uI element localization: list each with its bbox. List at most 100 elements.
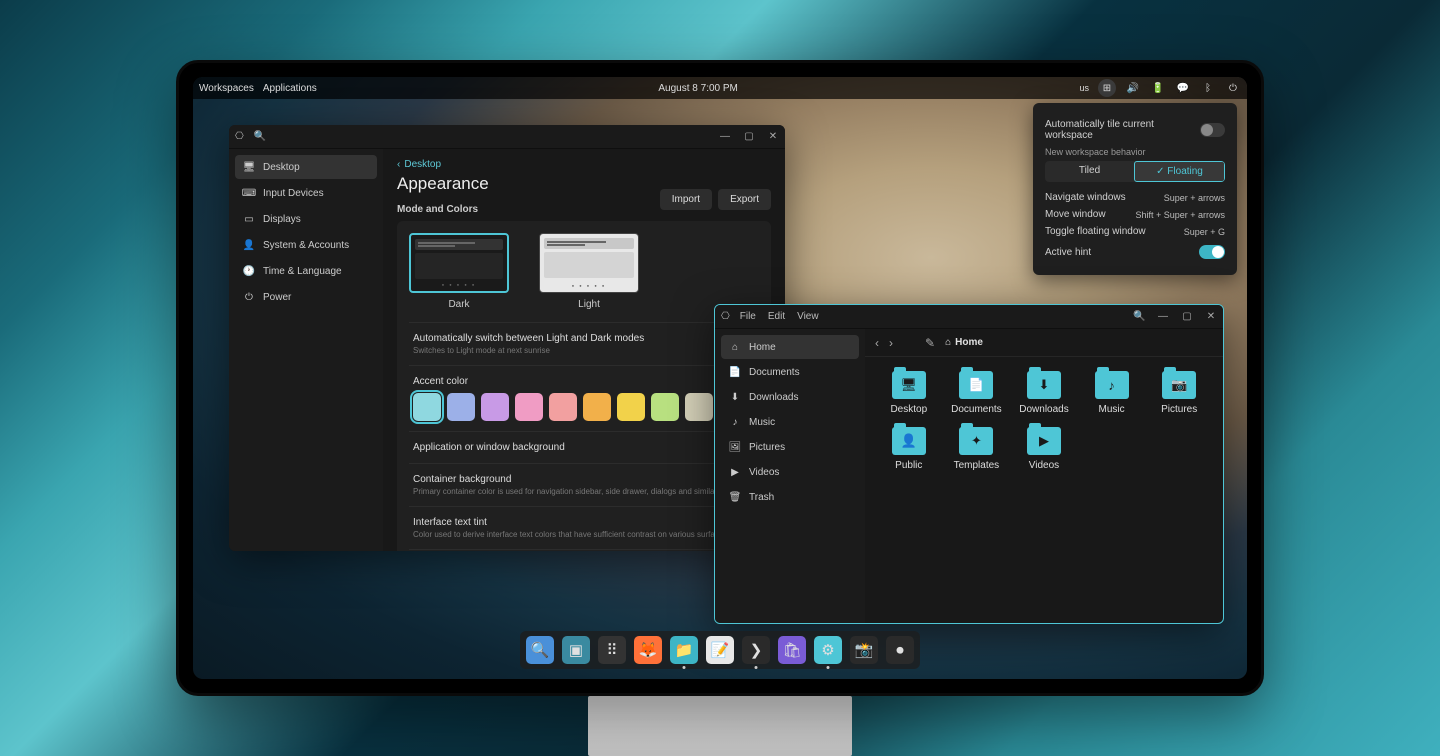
accent-swatch[interactable] (515, 393, 543, 421)
places-videos[interactable]: ▶ Videos (721, 460, 859, 484)
folder-icon: 👤 (892, 427, 926, 455)
pic-icon: 🖼 (729, 441, 741, 453)
maximize-button[interactable]: ▢ (743, 131, 755, 142)
places-downloads[interactable]: ⬇Downloads (721, 385, 859, 409)
sidebar-item-power[interactable]: ⏻Power (235, 285, 377, 309)
breadcrumb[interactable]: ‹Desktop (397, 159, 771, 170)
close-button[interactable]: ✕ (767, 131, 779, 142)
dock-terminal[interactable]: ❯ (742, 636, 770, 664)
dark-theme-option[interactable]: ● ● ● ● ● Dark (409, 233, 509, 310)
battery-icon[interactable]: 🔋 (1150, 80, 1166, 96)
accent-swatch[interactable] (413, 393, 441, 421)
menu-edit[interactable]: Edit (768, 311, 785, 322)
folder-label: Pictures (1161, 404, 1197, 415)
workspaces-icon: ▣ (569, 641, 583, 659)
files-close-button[interactable]: ✕ (1205, 311, 1217, 322)
dock-store[interactable]: 🛍 (778, 636, 806, 664)
dock-editor[interactable]: 📝 (706, 636, 734, 664)
folder-templates[interactable]: ✦Templates (947, 427, 1007, 471)
dock-files[interactable]: 📁 (670, 636, 698, 664)
power-icon[interactable]: ⏻ (1225, 80, 1241, 96)
places-documents[interactable]: 📄Documents (721, 360, 859, 384)
dock-settings[interactable]: ⚙ (814, 636, 842, 664)
notification-icon[interactable]: 💬 (1175, 80, 1191, 96)
export-button[interactable]: Export (718, 189, 771, 210)
sidebar-item-input-devices[interactable]: ⌨Input Devices (235, 181, 377, 205)
files-icon: 📁 (675, 641, 694, 659)
files-app-icon[interactable]: ⎔ (721, 311, 730, 322)
user-icon: 👤 (243, 239, 255, 251)
accent-label: Accent color (413, 376, 755, 387)
files-maximize-button[interactable]: ▢ (1181, 311, 1193, 322)
clock[interactable]: August 8 7:00 PM (317, 83, 1080, 94)
tiled-option[interactable]: Tiled (1045, 161, 1134, 182)
accent-swatch[interactable] (549, 393, 577, 421)
places-music[interactable]: ♪Music (721, 410, 859, 434)
dock-recorder[interactable]: ⏺ (886, 636, 914, 664)
settings-titlebar[interactable]: ⎔ 🔍 — ▢ ✕ (229, 125, 785, 149)
dock-apps[interactable]: ⠿ (598, 636, 626, 664)
keyboard-layout[interactable]: us (1079, 80, 1089, 96)
accent-swatch[interactable] (617, 393, 645, 421)
folder-label: Downloads (1019, 404, 1068, 415)
dock-screenshot[interactable]: 📸 (850, 636, 878, 664)
tiling-icon[interactable]: ⊞ (1098, 79, 1116, 97)
accent-swatches (413, 393, 755, 421)
places-home[interactable]: ⌂Home (721, 335, 859, 359)
folder-documents[interactable]: 📄Documents (947, 371, 1007, 415)
places-label: Pictures (749, 442, 785, 453)
folder-music[interactable]: ♪Music (1082, 371, 1142, 415)
top-panel: Workspaces Applications August 8 7:00 PM… (193, 77, 1247, 99)
accent-swatch[interactable] (685, 393, 713, 421)
accent-swatch[interactable] (481, 393, 509, 421)
search-icon[interactable]: 🔍 (254, 131, 266, 142)
nav-forward-button[interactable]: › (889, 336, 893, 350)
app-bg-row[interactable]: Application or window background (413, 442, 755, 453)
floating-option[interactable]: ✓ Floating (1134, 161, 1225, 182)
dock-workspaces[interactable]: ▣ (562, 636, 590, 664)
autotile-toggle[interactable] (1200, 123, 1225, 137)
import-button[interactable]: Import (660, 189, 712, 210)
menu-file[interactable]: File (740, 311, 756, 322)
app-icon[interactable]: ⎔ (235, 131, 244, 142)
workspaces-menu[interactable]: Workspaces (199, 83, 254, 94)
applications-menu[interactable]: Applications (263, 83, 317, 94)
folder-pictures[interactable]: 📷Pictures (1149, 371, 1209, 415)
workspace-behavior-segment[interactable]: Tiled ✓ Floating (1045, 161, 1225, 182)
places-pictures[interactable]: 🖼 Pictures (721, 435, 859, 459)
files-window: ⎔ FileEditView 🔍 — ▢ ✕ ⌂Home📄Documents⬇D… (714, 304, 1224, 624)
folder-public[interactable]: 👤Public (879, 427, 939, 471)
folder-downloads[interactable]: ⬇Downloads (1014, 371, 1074, 415)
accent-swatch[interactable] (651, 393, 679, 421)
dock-firefox[interactable]: 🦊 (634, 636, 662, 664)
sidebar-item-displays[interactable]: ▭Displays (235, 207, 377, 231)
menu-view[interactable]: View (797, 311, 819, 322)
active-hint-toggle[interactable] (1199, 245, 1225, 259)
power-icon: ⏻ (243, 291, 255, 303)
minimize-button[interactable]: — (719, 131, 731, 142)
files-minimize-button[interactable]: — (1157, 311, 1169, 322)
folder-desktop[interactable]: 🖥Desktop (879, 371, 939, 415)
places-trash[interactable]: 🗑Trash (721, 485, 859, 509)
sidebar-item-system-accounts[interactable]: 👤System & Accounts (235, 233, 377, 257)
accent-swatch[interactable] (447, 393, 475, 421)
search-icon: 🔍 (531, 641, 550, 659)
vid-icon: ▶ (729, 466, 741, 478)
nav-back-button[interactable]: ‹ (875, 336, 879, 350)
sidebar-item-time-language[interactable]: 🕐Time & Language (235, 259, 377, 283)
dock-search[interactable]: 🔍 (526, 636, 554, 664)
places-label: Videos (749, 467, 779, 478)
bluetooth-icon[interactable]: ᛒ (1200, 80, 1216, 96)
accent-swatch[interactable] (583, 393, 611, 421)
nav-windows-shortcut: Super + arrows (1164, 193, 1225, 203)
edit-path-icon[interactable]: ✎ (925, 336, 935, 350)
location-breadcrumb[interactable]: ⌂Home (945, 337, 983, 348)
volume-icon[interactable]: 🔊 (1125, 80, 1141, 96)
files-search-icon[interactable]: 🔍 (1133, 311, 1145, 322)
light-theme-option[interactable]: ● ● ● ● ● Light (539, 233, 639, 310)
sidebar-item-desktop[interactable]: 🖥Desktop (235, 155, 377, 179)
folder-videos[interactable]: ▶Videos (1014, 427, 1074, 471)
settings-sidebar: 🖥Desktop⌨Input Devices▭Displays👤System &… (229, 149, 383, 551)
files-titlebar[interactable]: ⎔ File Edit View 🔍 — ▢ ✕ (715, 305, 1223, 329)
clock-icon: 🕐 (243, 265, 255, 277)
